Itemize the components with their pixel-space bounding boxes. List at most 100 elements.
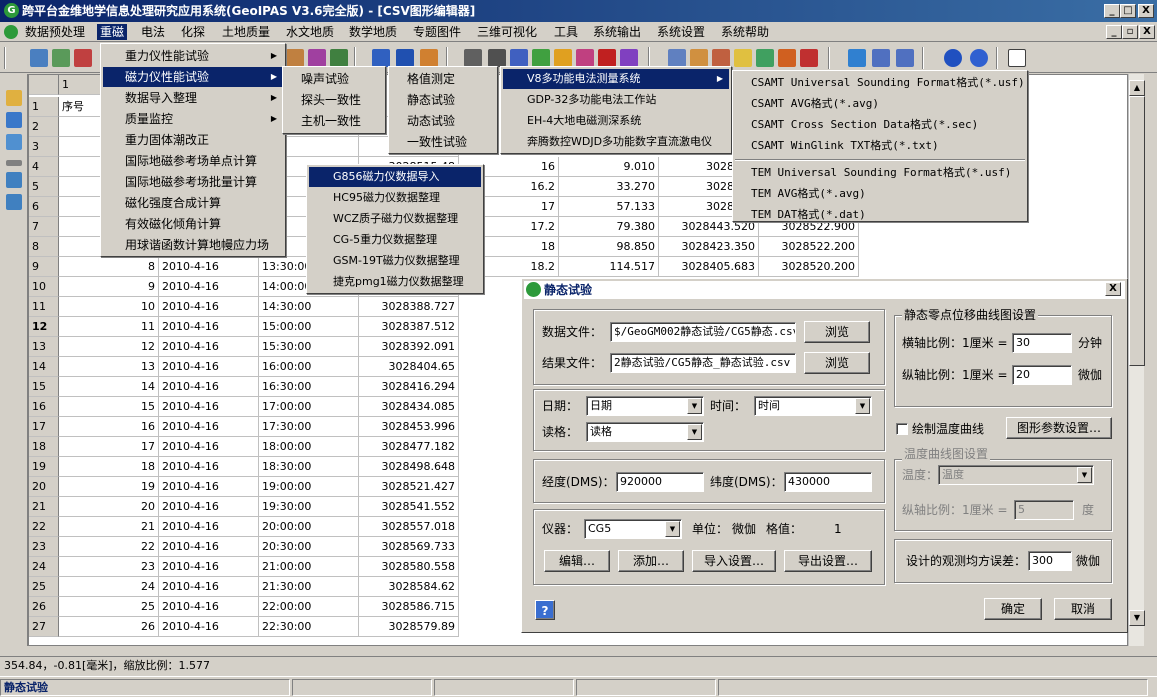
table-cell[interactable]: 16:30:00 — [259, 377, 359, 397]
menu-math-geo[interactable]: 数学地质 — [346, 24, 400, 40]
cancel-button[interactable]: 取消 — [1054, 598, 1112, 620]
result-file-input[interactable]: 2静态试验/CG5静态_静态试验.csv — [610, 353, 796, 373]
mdi-close-button[interactable]: X — [1139, 25, 1155, 39]
table-cell[interactable]: 19:00:00 — [259, 477, 359, 497]
instrument-select[interactable]: CG5 ▼ — [584, 519, 682, 539]
table-cell[interactable]: 3028522.200 — [759, 237, 859, 257]
vertical-scrollbar[interactable]: ▲ ▼ — [1128, 74, 1145, 646]
menu-item[interactable]: WCZ质子磁力仪数据整理 — [309, 209, 481, 229]
table-cell[interactable]: 11 — [59, 317, 159, 337]
mdi-restore-button[interactable]: ▫ — [1122, 25, 1138, 39]
table-cell[interactable]: 14 — [59, 377, 159, 397]
minimize-button[interactable]: _ — [1104, 4, 1120, 18]
doc-tool-icon[interactable] — [668, 49, 686, 67]
table-cell[interactable]: 2010-4-16 — [159, 537, 259, 557]
draw-tool-icon[interactable] — [74, 49, 92, 67]
menu-item[interactable]: TEM AVG格式(*.avg) — [735, 184, 1025, 204]
menu-geochem[interactable]: 化探 — [178, 24, 208, 40]
table-cell[interactable]: 3028579.89 — [359, 617, 459, 637]
table-cell[interactable]: 3028521.427 — [359, 477, 459, 497]
browse-result-button[interactable]: 浏览 — [804, 352, 870, 374]
table-cell[interactable]: 33.270 — [559, 177, 659, 197]
table-cell[interactable]: 3028405.683 — [659, 257, 759, 277]
date-select[interactable]: 日期 ▼ — [586, 396, 704, 416]
menu-item[interactable]: CSAMT Universal Sounding Format格式(*.usf) — [735, 73, 1025, 93]
bar-chart-icon[interactable] — [532, 49, 550, 67]
menu-item[interactable]: CSAMT AVG格式(*.avg) — [735, 94, 1025, 114]
table-cell[interactable]: 3028520.200 — [759, 257, 859, 277]
table-cell[interactable]: 3028541.552 — [359, 497, 459, 517]
table-cell[interactable]: 18 — [59, 457, 159, 477]
table-cell[interactable]: 15:30:00 — [259, 337, 359, 357]
table-cell[interactable]: 10 — [59, 297, 159, 317]
row-header[interactable]: 14 — [29, 357, 59, 377]
dialog-close-button[interactable]: X — [1105, 282, 1121, 296]
data-file-input[interactable]: $/GeoGM002静态试验/CG5静态.csv — [610, 322, 796, 342]
row-header[interactable]: 10 — [29, 277, 59, 297]
menu-item[interactable]: EH-4大地电磁测深系统 — [503, 111, 729, 131]
menu-item[interactable]: GSM-19T磁力仪数据整理 — [309, 251, 481, 271]
table-cell[interactable]: 21 — [59, 517, 159, 537]
menu-item[interactable]: 探头一致性 — [285, 90, 383, 110]
menu-item[interactable]: 磁力仪性能试验 ▶ — [103, 67, 283, 87]
menu-item[interactable]: CSAMT Cross Section Data格式(*.sec) — [735, 115, 1025, 135]
table-cell[interactable]: 2010-4-16 — [159, 577, 259, 597]
menu-item[interactable]: 捷克pmg1磁力仪数据整理 — [309, 272, 481, 292]
xscale-input[interactable]: 30 — [1012, 333, 1072, 353]
menu-item[interactable]: 重力仪性能试验 ▶ — [103, 46, 283, 66]
menu-item[interactable]: G856磁力仪数据导入 — [309, 167, 481, 187]
row-header[interactable]: 25 — [29, 577, 59, 597]
help-button[interactable]: ? — [535, 600, 555, 620]
table-cell[interactable]: 2010-4-16 — [159, 617, 259, 637]
row-header[interactable]: 5 — [29, 177, 59, 197]
row-header[interactable]: 12 — [29, 317, 59, 337]
table-cell[interactable]: 16 — [59, 417, 159, 437]
table-cell[interactable]: 15:00:00 — [259, 317, 359, 337]
table-cell[interactable]: 2010-4-16 — [159, 257, 259, 277]
table-cell[interactable]: 2010-4-16 — [159, 497, 259, 517]
jw-logo-icon[interactable] — [1008, 49, 1026, 67]
table-tool-icon[interactable] — [420, 49, 438, 67]
menu-hydro[interactable]: 水文地质 — [283, 24, 337, 40]
row-header[interactable]: 21 — [29, 497, 59, 517]
table-cell[interactable]: 20:00:00 — [259, 517, 359, 537]
table-cell[interactable]: 98.850 — [559, 237, 659, 257]
row-header[interactable]: 1 — [29, 97, 59, 117]
print-tool-icon[interactable] — [778, 49, 796, 67]
menu-item[interactable]: 国际地磁参考场单点计算 — [103, 151, 283, 171]
menu-item[interactable]: 一致性试验 — [391, 132, 495, 152]
table-cell[interactable]: 2010-4-16 — [159, 277, 259, 297]
zoom-tool-icon[interactable] — [30, 49, 48, 67]
table-cell[interactable]: 2010-4-16 — [159, 397, 259, 417]
table-cell[interactable]: 3028387.512 — [359, 317, 459, 337]
table-cell[interactable]: 3028477.182 — [359, 437, 459, 457]
table-cell[interactable]: 3028586.715 — [359, 597, 459, 617]
table-cell[interactable]: 15 — [59, 397, 159, 417]
ok-button[interactable]: 确定 — [984, 598, 1042, 620]
menu-item[interactable]: 磁化强度合成计算 — [103, 193, 283, 213]
menu-item[interactable]: 奔腾数控WDJD多功能数字直流激电仪 — [503, 132, 729, 152]
menu-item[interactable]: CSAMT WinGlink TXT格式(*.txt) — [735, 136, 1025, 156]
table-cell[interactable]: 79.380 — [559, 217, 659, 237]
table-cell[interactable]: 3028453.996 — [359, 417, 459, 437]
table-cell[interactable]: 2010-4-16 — [159, 557, 259, 577]
table-cell[interactable]: 3028557.018 — [359, 517, 459, 537]
table-cell[interactable]: 2010-4-16 — [159, 517, 259, 537]
table-cell[interactable]: 17:30:00 — [259, 417, 359, 437]
table-cell[interactable]: 2010-4-16 — [159, 417, 259, 437]
table-cell[interactable]: 2010-4-16 — [159, 337, 259, 357]
time-select[interactable]: 时间 ▼ — [754, 396, 872, 416]
table-cell[interactable]: 9 — [59, 277, 159, 297]
table-cell[interactable]: 25 — [59, 597, 159, 617]
open-file-icon[interactable] — [6, 90, 22, 106]
doc-icon[interactable] — [4, 25, 18, 39]
undo-icon[interactable] — [6, 172, 22, 188]
menu-item[interactable]: TEM DAT格式(*.dat) — [735, 205, 1025, 225]
reading-select[interactable]: 读格 ▼ — [586, 422, 704, 442]
scroll-thumb[interactable] — [1129, 96, 1145, 366]
folder-tool-icon[interactable] — [690, 49, 708, 67]
row-header[interactable]: 9 — [29, 257, 59, 277]
report-tool-icon[interactable] — [800, 49, 818, 67]
graph-params-button[interactable]: 图形参数设置… — [1006, 417, 1112, 439]
table-cell[interactable]: 26 — [59, 617, 159, 637]
